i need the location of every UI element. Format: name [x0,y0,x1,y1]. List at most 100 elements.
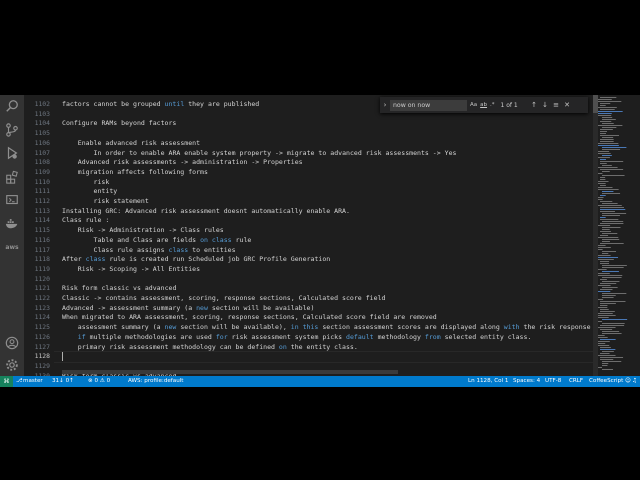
line-number: 1108 [34,158,50,167]
line-number: 1127 [34,342,50,351]
aws-label: aws [5,243,19,251]
code-line[interactable]: if multiple methodologies are used for r… [62,333,532,343]
minimap-line [602,229,610,230]
code-line[interactable]: primary risk assessment methodology can … [62,343,358,353]
minimap-line [598,101,622,102]
notifications-bell-icon[interactable]: ♫ [632,376,637,387]
docker-icon[interactable] [4,215,20,231]
minimap-line [600,347,611,348]
minimap-line [602,155,612,156]
minimap-line [600,129,613,130]
next-match-arrow-down-icon[interactable]: ↓ [540,101,551,109]
minimap-line [598,189,619,190]
line-number: 1116 [34,235,50,244]
minimap-line [600,357,624,358]
line-number: 1114 [34,216,50,225]
minimap-line [598,299,604,300]
minimap-line [600,103,611,104]
code-line[interactable]: Classic -> contains assessment, scoring,… [62,294,385,304]
minimap[interactable] [598,95,634,376]
minimap-line [598,321,603,322]
feedback-icon[interactable]: ☺ [625,376,631,387]
code-line[interactable]: assessment summary (a new section will b… [62,323,591,333]
remote-indicator-icon[interactable]: ⌘ [0,376,13,387]
minimap-line [602,165,612,166]
minimap-line [600,195,606,196]
line-number: 1113 [34,206,50,215]
language-mode[interactable]: CoffeeScript [589,376,623,387]
minimap-line [598,199,603,200]
git-branch-icon[interactable]: ⎇ [16,376,22,387]
minimap-line [600,219,619,220]
minimap-line [602,251,617,252]
code-line[interactable]: Installing GRC: Advanced risk assessment… [62,207,350,217]
encoding[interactable]: UTF-8 [545,376,561,387]
aws-profile[interactable]: AWS: profile:default [128,376,184,387]
minimap-line [598,343,606,344]
sync-status[interactable]: 31↓ 0↑ [52,376,74,387]
code-line[interactable]: Risk -> Scoping -> All Entities [62,265,200,275]
line-number: 1122 [34,294,50,302]
code-line[interactable]: risk [62,178,110,188]
minimap-line [598,113,612,114]
indentation[interactable]: Spaces: 4 [513,376,540,387]
line-number: 1106 [34,138,50,147]
horizontal-scrollbar[interactable] [62,370,398,374]
problems-count[interactable]: ⊗ 0 ⚠ 0 [88,376,110,387]
find-input[interactable] [390,99,467,111]
run-debug-icon[interactable] [4,145,20,161]
code-line[interactable]: Class rule assigns class to entities [62,246,236,256]
match-whole-word-toggle[interactable]: ab [480,102,487,108]
code-line[interactable]: Configure RAMs beyond factors [62,119,176,129]
minimap-line [600,303,616,304]
code-line[interactable]: Advanced -> assessment summary (a new se… [62,304,314,314]
minimap-line [602,351,614,352]
minimap-line [598,187,613,188]
account-icon[interactable] [4,335,20,351]
remote-explorer-icon[interactable] [4,192,20,208]
minimap-line [598,111,623,112]
minimap-line [600,139,614,140]
code-line[interactable]: When migrated to ARA assessment, scoring… [62,313,437,323]
regex-toggle[interactable]: .* [490,102,495,108]
match-case-toggle[interactable]: Aa [470,102,477,108]
code-area[interactable]: factors cannot be grouped until they are… [62,95,592,380]
code-line[interactable]: In order to enable ARA enable system pro… [62,149,457,159]
close-find-close-icon[interactable]: ✕ [562,101,573,109]
aws-icon[interactable]: aws [4,239,20,255]
find-match-count: 1 of 1 [500,101,518,109]
search-icon[interactable] [4,98,20,114]
manage-gear-icon[interactable] [4,357,20,373]
code-line[interactable]: factors cannot be grouped until they are… [62,100,259,110]
code-line[interactable]: entity [62,187,118,197]
code-line[interactable]: Class rule : [62,216,109,226]
extensions-icon[interactable] [4,169,20,185]
minimap-line [602,271,619,272]
code-line[interactable]: risk statement [62,197,149,207]
minimap-line [600,131,607,132]
cursor-position[interactable]: Ln 1128, Col 1 [468,376,508,387]
minimap-line [600,359,614,360]
minimap-line [602,221,624,222]
code-line[interactable]: Risk form classic vs advanced [62,284,176,294]
code-line[interactable]: Risk -> Administration -> Class rules [62,226,224,236]
minimap-line [600,207,624,208]
minimap-line [598,181,609,182]
line-number: 1107 [34,148,50,157]
minimap-line [600,177,606,178]
minimap-line [600,97,617,98]
code-line[interactable]: Table and Class are fields on class rule [62,236,252,246]
end-of-line[interactable]: CRLF [569,376,583,387]
toggle-replace-chevron-icon[interactable]: › [380,101,390,109]
minimap-line [598,275,623,276]
find-in-selection-icon[interactable]: ≡ [551,101,562,109]
code-line[interactable]: Advanced risk assessments -> administrat… [62,158,303,168]
source-control-icon[interactable] [4,122,20,138]
minimap-line [598,205,622,206]
code-line[interactable]: migration affects following forms [62,168,208,178]
previous-match-arrow-up-icon[interactable]: ↑ [529,101,540,109]
git-branch[interactable]: master [23,376,43,387]
code-line[interactable]: Enable advanced risk assessment [62,139,200,149]
code-line[interactable]: After class rule is created run Schedule… [62,255,330,265]
minimap-line [598,167,618,168]
